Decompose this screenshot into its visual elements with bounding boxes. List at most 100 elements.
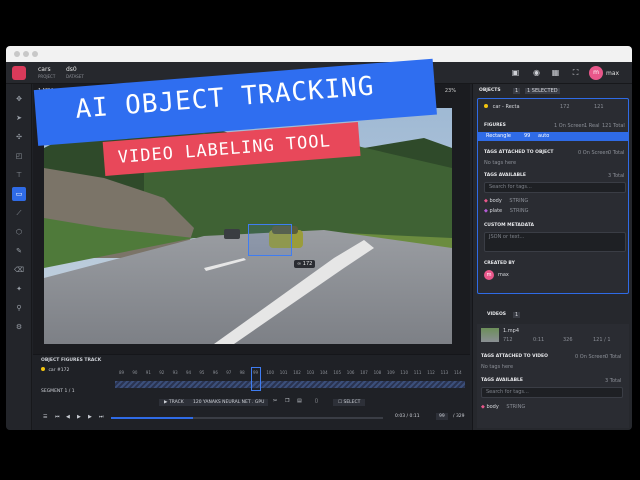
user-avatar[interactable]: m: [589, 66, 603, 80]
eraser-tool-icon[interactable]: ⌫: [12, 263, 26, 277]
video-tag-search-input[interactable]: Search for tags...: [481, 387, 623, 398]
object-row[interactable]: car - Recta: [484, 104, 520, 110]
frame-number[interactable]: 101: [280, 370, 288, 375]
tags-available-label: TAGS AVAILABLE: [484, 173, 526, 178]
pointer-tool-icon[interactable]: ➤: [12, 111, 26, 125]
video-thumbnail[interactable]: [481, 328, 499, 342]
object-name: car - Recta: [492, 104, 520, 110]
frame-number[interactable]: 103: [307, 370, 315, 375]
select-tool-icon[interactable]: ◰: [12, 149, 26, 163]
frame-number[interactable]: 94: [186, 370, 191, 375]
playhead[interactable]: [251, 367, 261, 391]
pan-tool-icon[interactable]: ✣: [12, 130, 26, 144]
frame-number[interactable]: 102: [293, 370, 301, 375]
model-select[interactable]: 120 YANAKS NEURAL NET . GPU: [189, 399, 269, 406]
frame-number[interactable]: 93: [173, 370, 178, 375]
frame-number[interactable]: 92: [159, 370, 164, 375]
videos-title[interactable]: VIDEOS: [487, 312, 506, 318]
frame-number[interactable]: 95: [199, 370, 204, 375]
figures-label: FIGURES: [484, 123, 506, 128]
bounding-box[interactable]: [248, 224, 292, 256]
video-stat-d: 121 / 1: [593, 337, 611, 343]
skip-end-icon[interactable]: ⏭: [99, 413, 104, 422]
frame-number[interactable]: 98: [240, 370, 245, 375]
minimize-dot-icon[interactable]: [23, 51, 29, 57]
cut-icon[interactable]: ✂: [273, 397, 277, 406]
maximize-dot-icon[interactable]: [32, 51, 38, 57]
select-button[interactable]: ☐ SELECT: [333, 399, 366, 406]
dataset-crumb[interactable]: ds0 DATASET: [66, 66, 84, 80]
video-tags-available-total: 3 Total: [605, 378, 622, 384]
object-track-bar[interactable]: [115, 381, 465, 388]
keyboard-icon[interactable]: ▦: [551, 68, 560, 77]
object-card[interactable]: car - Recta 172 121 FIGURES 1 On Screen …: [477, 98, 629, 294]
smart-tool-icon[interactable]: ✦: [12, 282, 26, 296]
scrubber-progress: [111, 417, 193, 419]
frame-number[interactable]: 114: [454, 370, 462, 375]
video-no-tags: No tags here: [481, 364, 514, 370]
zoom-level[interactable]: 23%: [445, 84, 456, 98]
polygon-tool-icon[interactable]: ⬡: [12, 225, 26, 239]
tag-row-body[interactable]: ◆ body STRING: [484, 198, 528, 204]
object-count-a: 172: [560, 104, 570, 110]
video-name[interactable]: 1.mp4: [503, 328, 519, 334]
frame-input[interactable]: 99: [436, 413, 448, 420]
copy-icon[interactable]: ❐: [285, 397, 289, 406]
figure-row[interactable]: Rectangle 99 auto: [478, 132, 628, 141]
frame-number[interactable]: 105: [333, 370, 341, 375]
frame-number[interactable]: 109: [387, 370, 395, 375]
video-card[interactable]: 1.mp4 712 0:11 326 121 / 1 TAGS ATTACHED…: [477, 324, 629, 428]
frame-number[interactable]: 89: [119, 370, 124, 375]
frame-number[interactable]: 106: [347, 370, 355, 375]
app-logo-icon[interactable]: [12, 66, 26, 80]
frame-number[interactable]: 96: [213, 370, 218, 375]
frame-number[interactable]: 113: [441, 370, 449, 375]
no-tags-text: No tags here: [484, 160, 517, 166]
video-stat-a: 712: [503, 337, 513, 343]
play-icon[interactable]: ▶: [77, 413, 81, 422]
figure-frames: 99: [524, 133, 531, 139]
paste-icon[interactable]: ▤: [297, 397, 302, 406]
bookmark-icon[interactable]: ▯: [315, 397, 318, 406]
figure-type: Rectangle: [486, 133, 511, 139]
polyline-tool-icon[interactable]: ⟋: [12, 206, 26, 220]
dataset-label: DATASET: [66, 74, 84, 79]
brush-tool-icon[interactable]: ✎: [12, 244, 26, 258]
point-tool-icon[interactable]: ⊤: [12, 168, 26, 182]
videos-count: 1: [513, 312, 521, 318]
user-name[interactable]: max: [606, 70, 619, 77]
project-crumb[interactable]: cars PROJECT: [38, 66, 55, 80]
bbox-label: ∞ 172: [294, 260, 316, 268]
frame-number[interactable]: 110: [400, 370, 408, 375]
move-tool-icon[interactable]: ✥: [12, 92, 26, 106]
menu-icon[interactable]: ☰: [43, 413, 47, 422]
right-panel: OBJECTS 1 1 SELECTED car - Recta 172 121…: [472, 84, 632, 430]
camera-icon[interactable]: ◉: [532, 68, 541, 77]
settings-tool-icon[interactable]: ⚙: [12, 320, 26, 334]
tag-row-plate[interactable]: ◆ plate STRING: [484, 208, 529, 214]
skip-start-icon[interactable]: ⏮: [55, 413, 60, 422]
frame-number[interactable]: 111: [414, 370, 422, 375]
layout-icon[interactable]: ▣: [511, 68, 520, 77]
frame-number[interactable]: 97: [226, 370, 231, 375]
objects-title[interactable]: OBJECTS: [479, 88, 501, 94]
frame-number[interactable]: 100: [266, 370, 274, 375]
rectangle-tool-icon[interactable]: ▭: [12, 187, 26, 201]
metadata-input[interactable]: JSON or text...: [484, 232, 626, 252]
fullscreen-icon[interactable]: ⛶: [571, 68, 580, 77]
track-button[interactable]: ▶ TRACK: [159, 399, 189, 406]
graph-tool-icon[interactable]: ⚲: [12, 301, 26, 315]
frame-number[interactable]: 107: [360, 370, 368, 375]
step-back-icon[interactable]: ◀: [66, 413, 70, 422]
track-object[interactable]: car #172: [41, 367, 69, 373]
close-dot-icon[interactable]: [14, 51, 20, 57]
frame-number[interactable]: 104: [320, 370, 328, 375]
tag-search-input[interactable]: Search for tags...: [484, 182, 626, 193]
step-forward-icon[interactable]: ▶: [88, 413, 92, 422]
video-tag-row-body[interactable]: ◆ body STRING: [481, 404, 525, 410]
frame-number[interactable]: 91: [146, 370, 151, 375]
frame-number[interactable]: 108: [374, 370, 382, 375]
scrubber[interactable]: [111, 417, 383, 419]
frame-number[interactable]: 112: [427, 370, 435, 375]
frame-number[interactable]: 90: [132, 370, 137, 375]
